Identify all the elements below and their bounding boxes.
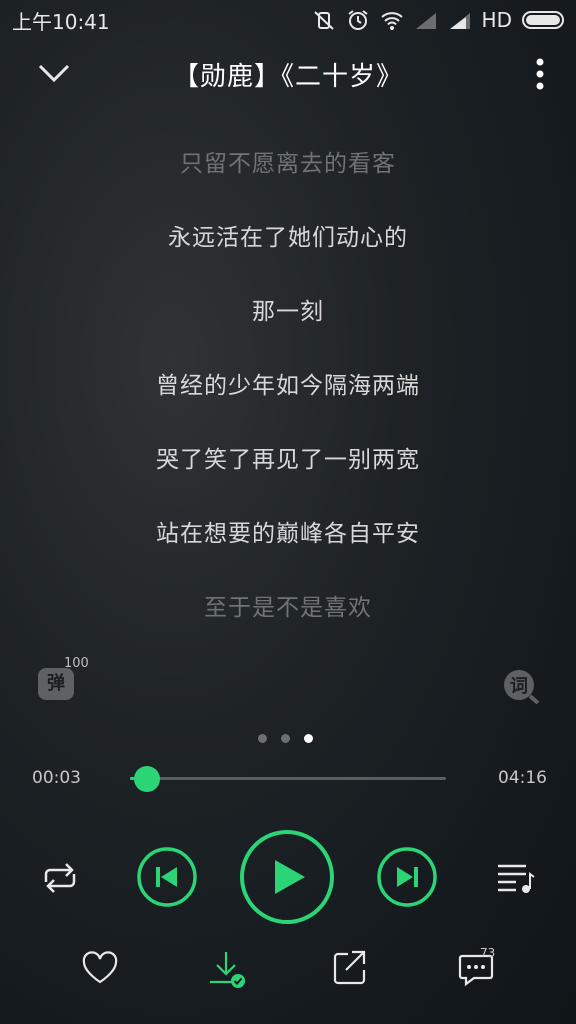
status-time: 上午10:41 (12, 9, 110, 34)
lyric-line: 站在想要的巅峰各自平安 (156, 521, 420, 547)
danmu-count: 100 (64, 656, 89, 671)
player-header: 【勋鹿】《二十岁》 (0, 46, 576, 104)
download-icon[interactable] (206, 948, 246, 988)
signal-icon (449, 13, 470, 29)
page-dot-active (304, 734, 313, 743)
lyric-line: 至于是不是喜欢 (204, 595, 372, 621)
lyric-line: 哭了笑了再见了一别两宽 (156, 447, 420, 473)
skip-previous-icon[interactable] (136, 846, 198, 908)
bottom-actions: 73 (0, 944, 576, 994)
mute-vibrate-icon (313, 11, 334, 30)
page-dot (281, 734, 290, 743)
total-time: 04:16 (498, 768, 547, 788)
lyric-line: 那一刻 (252, 299, 324, 325)
playback-controls (0, 828, 576, 928)
battery-icon (522, 11, 564, 29)
alarm-icon (347, 10, 368, 30)
lyric-toggle-label: 词 (510, 676, 528, 697)
danmu-button[interactable]: 弹 100 (38, 656, 89, 704)
lyric-line: 永远活在了她们动心的 (168, 225, 408, 251)
song-title: 【勋鹿】《二十岁》 (172, 62, 403, 92)
progress-bar: 00:03 04:16 (0, 760, 576, 800)
lyrics-panel[interactable]: 只留不愿离去的看客 永远活在了她们动心的 那一刻 曾经的少年如今隔海两端 哭了笑… (0, 140, 576, 658)
heart-icon[interactable] (80, 948, 120, 988)
progress-knob[interactable] (133, 766, 160, 792)
page-dot (258, 734, 267, 743)
play-icon[interactable] (238, 828, 336, 926)
wifi-icon (380, 12, 403, 30)
playlist-icon[interactable] (496, 860, 536, 896)
current-time: 00:03 (32, 768, 81, 788)
lyric-search-button[interactable]: 词 (502, 668, 542, 705)
network-type: HD (481, 8, 512, 32)
skip-next-icon[interactable] (376, 846, 438, 908)
repeat-icon[interactable] (38, 860, 82, 896)
progress-track[interactable] (130, 777, 446, 780)
more-vertical-icon[interactable] (528, 56, 552, 92)
share-icon[interactable] (330, 948, 370, 988)
status-bar: 上午10:41 HD (0, 0, 576, 40)
danmu-icon: 弹 (38, 668, 74, 700)
lyric-search-icon: 词 (504, 670, 540, 705)
lyric-line: 只留不愿离去的看客 (180, 151, 396, 177)
page-indicator (258, 734, 313, 743)
signal-icon (415, 13, 436, 29)
comment-count: 73 (480, 946, 496, 960)
lyric-line: 曾经的少年如今隔海两端 (156, 373, 420, 399)
status-icons: HD (312, 8, 564, 32)
